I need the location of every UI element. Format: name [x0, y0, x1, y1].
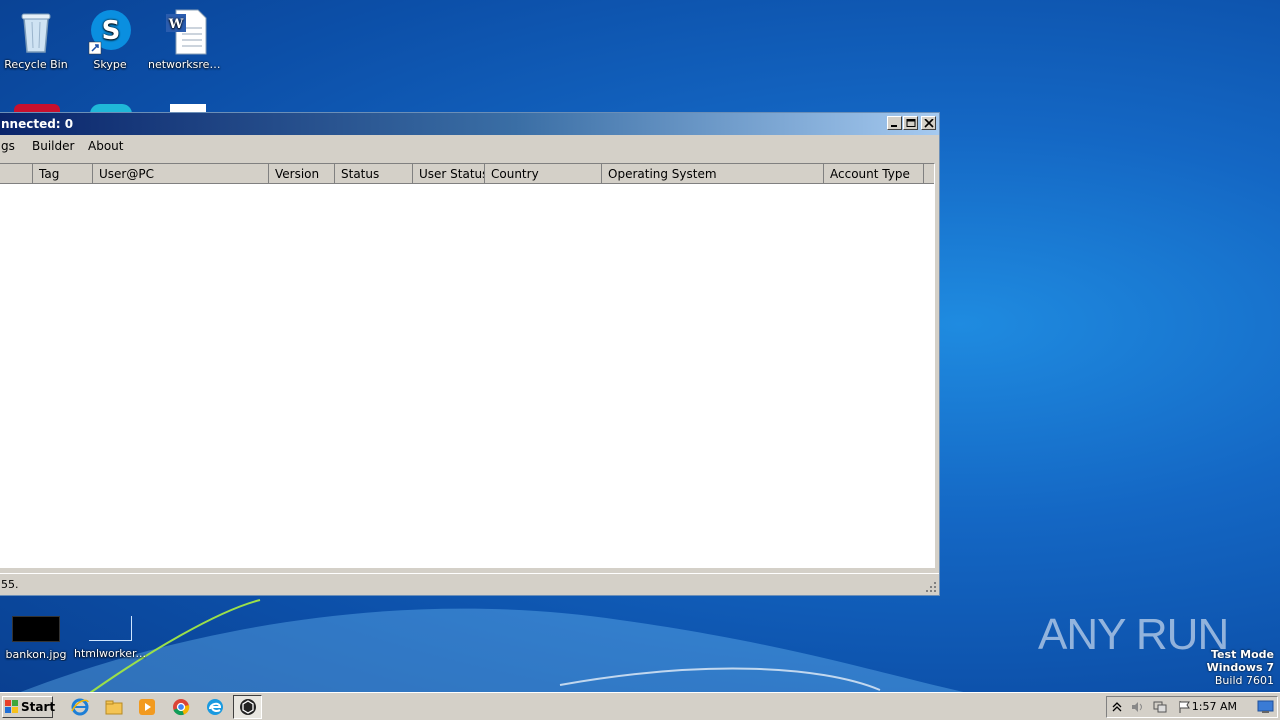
column-header-account-type[interactable]: Account Type — [824, 164, 924, 184]
column-header-filler — [924, 164, 934, 184]
resize-grip-icon[interactable] — [925, 581, 937, 593]
close-button[interactable] — [921, 116, 936, 130]
svg-text:S: S — [102, 16, 121, 46]
desktop-icon-label: Recycle Bin — [4, 58, 68, 71]
desktop-icon-htmlworker[interactable]: htmlworker... — [72, 614, 148, 660]
column-header-operating-system[interactable]: Operating System — [602, 164, 824, 184]
desktop-icon-recycle-bin[interactable]: Recycle Bin — [0, 6, 74, 71]
chrome-icon[interactable] — [171, 697, 191, 717]
status-text: 55. — [1, 578, 19, 591]
file-explorer-icon[interactable] — [104, 697, 124, 717]
desktop-icon-label: htmlworker... — [73, 647, 147, 660]
minimize-button[interactable] — [887, 116, 902, 130]
taskbar-app-active[interactable] — [233, 695, 262, 719]
desktop-icon-networksres[interactable]: W networksres... — [148, 6, 224, 71]
show-desktop-button[interactable] — [1257, 699, 1275, 715]
show-desktop-icon — [1257, 700, 1274, 713]
test-mode-watermark: Test Mode Windows 7 Build 7601 — [1207, 648, 1274, 687]
internet-explorer-icon[interactable] — [70, 697, 90, 717]
build-label: Build 7601 — [1214, 674, 1274, 687]
start-button[interactable]: Start — [2, 696, 56, 718]
window-titlebar[interactable]: nnected: 0 — [0, 113, 939, 135]
column-header-status[interactable]: Status — [335, 164, 413, 184]
word-document-icon: W — [162, 6, 210, 55]
desktop-icon-label: Skype — [93, 58, 127, 71]
svg-text:W: W — [168, 17, 184, 32]
clients-list[interactable]: Tag User@PC Version Status User Status C… — [0, 163, 935, 568]
desktop-icon-label: bankon.jpg — [5, 648, 67, 661]
test-mode-label: Test Mode — [1211, 648, 1274, 661]
skype-icon: S — [86, 6, 134, 55]
media-player-icon[interactable] — [137, 697, 157, 717]
desktop-icon-label: networksres... — [148, 58, 224, 71]
edge-icon[interactable] — [205, 697, 225, 717]
rat-app-icon — [240, 699, 256, 715]
volume-icon[interactable] — [1130, 700, 1144, 714]
menu-settings[interactable]: gs — [1, 139, 15, 153]
desktop-icon-skype[interactable]: S Skype — [72, 6, 148, 71]
start-label: Start — [21, 700, 56, 714]
column-header-blank[interactable] — [0, 164, 33, 184]
network-icon[interactable] — [1153, 700, 1167, 714]
status-bar: 55. — [0, 573, 939, 595]
windows-version-label: Windows 7 — [1206, 661, 1274, 674]
action-center-flag-icon[interactable] — [1177, 700, 1191, 714]
column-header-user-status[interactable]: User Status — [413, 164, 485, 184]
html-file-icon — [88, 616, 132, 641]
menu-about[interactable]: About — [88, 139, 123, 153]
windows-logo-icon — [5, 700, 18, 713]
app-window: nnected: 0 gs Builder About Tag User@PC … — [0, 112, 940, 596]
maximize-icon — [906, 119, 916, 127]
menubar: gs Builder About — [0, 135, 939, 157]
anyrun-brand-text: ANY RUN — [1038, 610, 1229, 659]
recycle-bin-icon — [12, 6, 60, 54]
taskbar: Start 1:57 AM — [0, 692, 1280, 720]
system-tray: 1:57 AM — [1106, 696, 1278, 718]
column-header-country[interactable]: Country — [485, 164, 602, 184]
image-file-icon — [12, 616, 60, 642]
desktop-icon-bankon[interactable]: bankon.jpg — [0, 614, 74, 661]
menu-builder[interactable]: Builder — [32, 139, 74, 153]
column-header-version[interactable]: Version — [269, 164, 335, 184]
minimize-icon — [891, 125, 897, 127]
window-title: nnected: 0 — [1, 117, 74, 131]
column-header-user-pc[interactable]: User@PC — [93, 164, 269, 184]
show-hidden-icons-icon[interactable] — [1112, 701, 1122, 713]
maximize-button[interactable] — [903, 116, 918, 130]
anyrun-watermark: ANY RUN — [1038, 610, 1229, 660]
close-icon — [924, 119, 934, 128]
clock[interactable]: 1:57 AM — [1192, 700, 1237, 713]
column-header-tag[interactable]: Tag — [33, 164, 93, 184]
